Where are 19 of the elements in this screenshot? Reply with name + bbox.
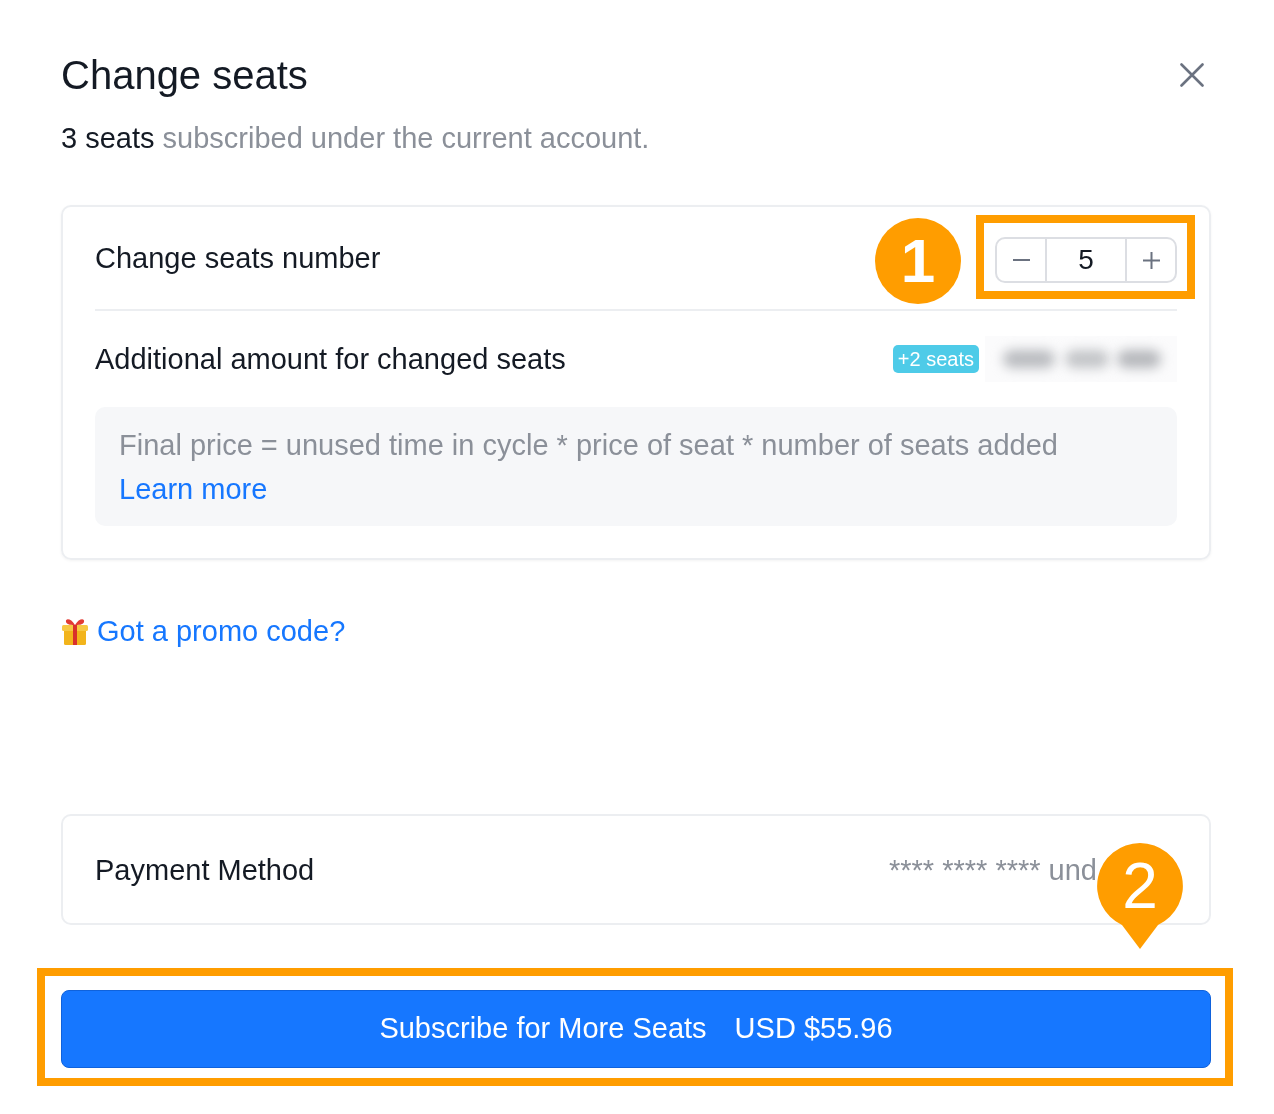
close-button[interactable] <box>1180 63 1204 87</box>
gift-icon <box>61 617 89 645</box>
close-icon <box>1180 63 1204 87</box>
card-number: **** **** **** und <box>889 852 1097 888</box>
plus-icon <box>1142 251 1160 269</box>
subscribe-button[interactable]: Subscribe for More Seats USD $55.96 <box>61 990 1211 1068</box>
promo-code-link[interactable]: Got a promo code? <box>97 613 346 649</box>
row-label: Additional amount for changed seats <box>95 342 566 377</box>
price-note: Final price = unused time in cycle * price of seat * number of seats added Learn more <box>95 407 1177 526</box>
row-label: Change seats number <box>95 241 381 276</box>
seat-count-field[interactable]: 5 <box>1045 239 1127 281</box>
learn-more-link[interactable]: Learn more <box>119 473 268 505</box>
dialog-title: Change seats <box>61 52 308 99</box>
step-marker: 1 <box>875 218 961 304</box>
step-marker: 2 <box>1097 843 1183 950</box>
minus-icon <box>1012 259 1030 261</box>
payment-label: Payment Method <box>95 852 315 888</box>
seats-added-badge: +2 seats <box>892 345 979 373</box>
dialog-subtitle: 3 seats subscribed under the current account. <box>61 121 651 156</box>
